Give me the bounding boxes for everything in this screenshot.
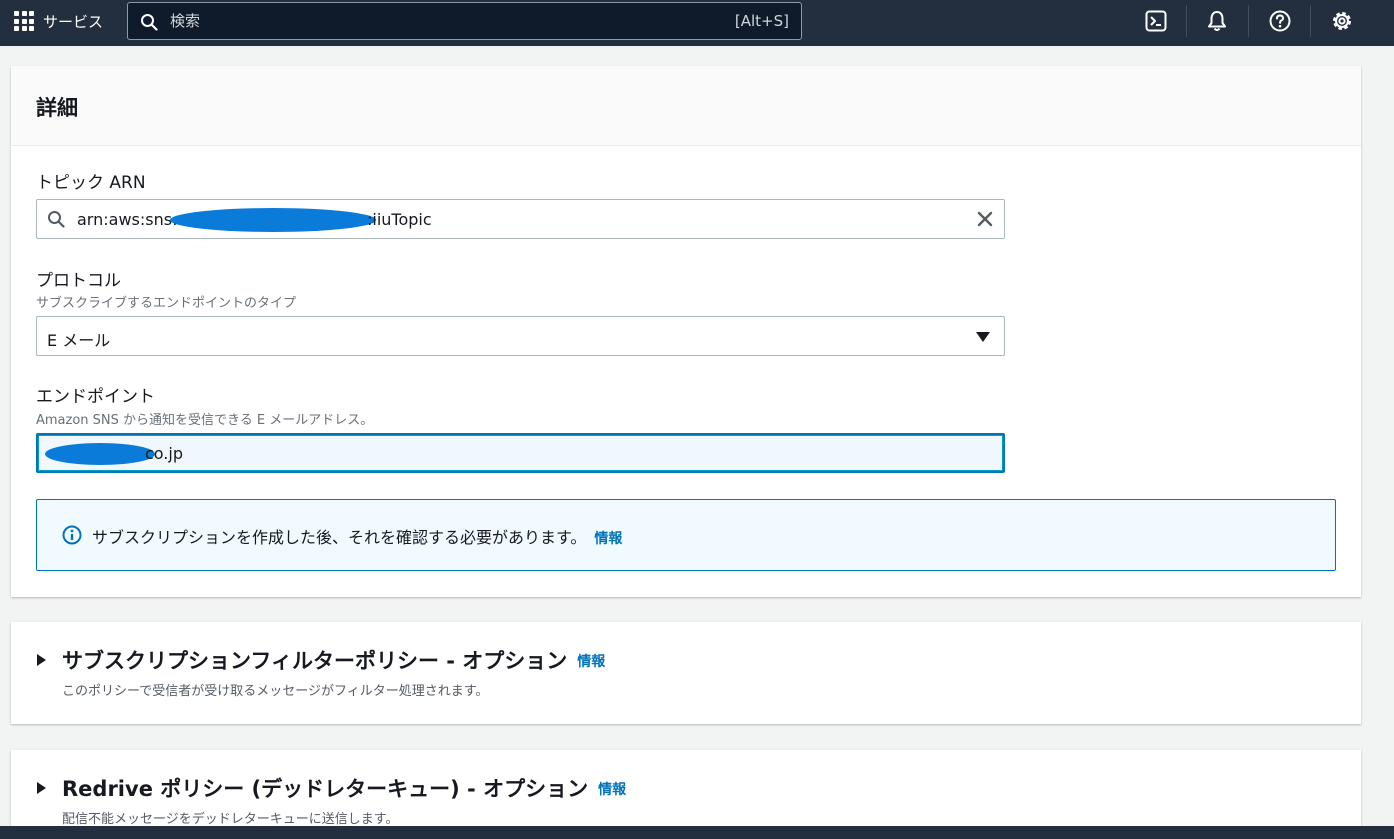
info-icon [62, 525, 82, 545]
nav-divider [1310, 5, 1311, 37]
details-panel-header: 詳細 [11, 66, 1361, 146]
alert-message: サブスクリプションを作成した後、それを確認する必要があります。 情報 [92, 524, 622, 548]
protocol-select[interactable]: E メール [36, 316, 1005, 356]
details-title: 詳細 [36, 96, 78, 120]
protocol-label: プロトコル [36, 271, 121, 291]
global-search-input[interactable] [170, 3, 730, 39]
redrive-policy-description: 配信不能メッセージをデッドレターキューに送信します。 [62, 812, 399, 827]
bell-icon[interactable] [1205, 9, 1229, 33]
redrive-policy-section-title[interactable]: Redrive ポリシー (デッドレターキュー) - オプション 情報 [62, 773, 626, 803]
topic-arn-label: トピック ARN [36, 173, 146, 193]
alert-text: サブスクリプションを作成した後、それを確認する必要があります。 [92, 528, 587, 547]
bottom-bar [0, 826, 1394, 839]
caret-down-icon [976, 332, 990, 342]
topic-arn-value-prefix: arn:aws:sns: [77, 210, 178, 229]
caret-right-icon[interactable] [37, 654, 46, 666]
cloudshell-icon[interactable] [1144, 9, 1168, 33]
alert-info-link[interactable]: 情報 [594, 531, 622, 547]
topic-arn-value-suffix: :iiuTopic [367, 210, 432, 229]
redrive-policy-info-link[interactable]: 情報 [598, 782, 626, 798]
filter-policy-title-text: サブスクリプションフィルターポリシー - オプション [62, 649, 568, 673]
search-shortcut-hint: [Alt+S] [734, 12, 789, 30]
nav-divider [1248, 5, 1249, 37]
redrive-policy-title-text: Redrive ポリシー (デッドレターキュー) - オプション [62, 777, 589, 801]
redaction-mark [45, 443, 155, 465]
services-label: サービス [43, 12, 104, 31]
global-search-box[interactable]: [Alt+S] [127, 2, 802, 40]
filter-policy-description: このポリシーで受信者が受け取るメッセージがフィルター処理されます。 [62, 684, 489, 699]
endpoint-value-suffix: co.jp [145, 444, 183, 463]
search-icon [48, 211, 65, 228]
grid-icon [14, 11, 34, 31]
endpoint-input[interactable]: co.jp [36, 433, 1005, 473]
filter-policy-info-link[interactable]: 情報 [577, 654, 605, 670]
endpoint-label: エンドポイント [36, 387, 155, 407]
protocol-selected-value: E メール [47, 331, 111, 350]
filter-policy-section: サブスクリプションフィルターポリシー - オプション 情報 このポリシーで受信者が… [11, 622, 1361, 724]
protocol-description: サブスクライブするエンドポイントのタイプ [36, 296, 297, 311]
nav-divider [1186, 5, 1187, 37]
help-icon[interactable] [1268, 9, 1292, 33]
clear-icon[interactable] [976, 210, 994, 228]
filter-policy-section-title[interactable]: サブスクリプションフィルターポリシー - オプション 情報 [62, 645, 605, 675]
search-icon [141, 14, 158, 31]
redaction-mark [170, 208, 376, 232]
details-panel: 詳細 トピック ARN arn:aws:sns: :iiuTopic プロトコル… [11, 66, 1361, 597]
gear-icon[interactable] [1330, 9, 1354, 33]
caret-right-icon[interactable] [37, 782, 46, 794]
endpoint-description: Amazon SNS から通知を受信できる E メールアドレス。 [36, 413, 374, 428]
top-navigation-bar: サービス [Alt+S] [0, 0, 1394, 46]
topic-arn-input[interactable]: arn:aws:sns: :iiuTopic [36, 199, 1005, 239]
services-menu-button[interactable]: サービス [14, 9, 103, 33]
info-alert: サブスクリプションを作成した後、それを確認する必要があります。 情報 [36, 499, 1336, 571]
